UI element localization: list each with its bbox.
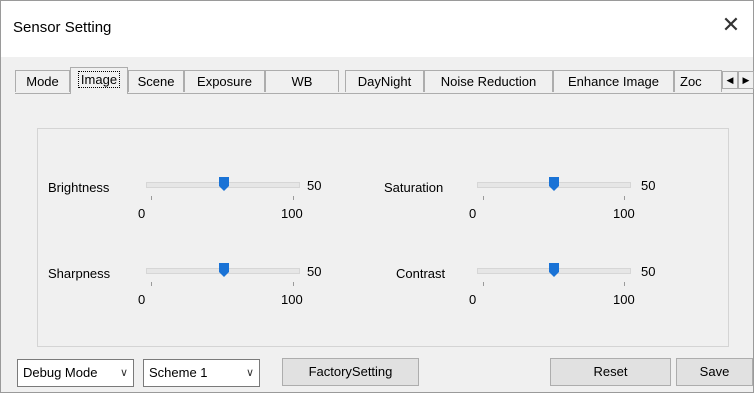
tab-exposure[interactable]: Exposure	[184, 70, 265, 92]
saturation-label: Saturation	[384, 180, 444, 195]
saturation-min-label: 0	[469, 206, 477, 221]
saturation-tick-max	[624, 196, 625, 200]
factory-setting-button[interactable]: FactorySetting	[282, 358, 419, 386]
image-settings-group	[37, 128, 729, 347]
tab-noise-reduction[interactable]: Noise Reduction	[424, 70, 553, 92]
sensor-setting-dialog: Sensor Setting ✕ Mode Image Scene Exposu…	[0, 0, 754, 393]
chevron-down-icon: ∨	[119, 367, 128, 379]
tab-strip: Mode Image Scene Exposure WB DayNight No…	[15, 67, 754, 94]
mode-select[interactable]: Debug Mode ∨	[17, 359, 134, 387]
tab-enhance-image[interactable]: Enhance Image	[553, 70, 674, 92]
tab-image[interactable]: Image	[70, 67, 128, 94]
sharpness-slider-thumb[interactable]	[219, 263, 229, 277]
brightness-slider-thumb[interactable]	[219, 177, 229, 191]
brightness-tick-min	[151, 196, 152, 200]
sharpness-label: Sharpness	[48, 266, 111, 281]
contrast-tick-max	[624, 282, 625, 286]
brightness-max-label: 100	[281, 206, 303, 221]
sharpness-tick-min	[151, 282, 152, 286]
saturation-value: 50	[641, 178, 656, 193]
save-button[interactable]: Save	[676, 358, 753, 386]
brightness-label: Brightness	[48, 180, 110, 195]
reset-button[interactable]: Reset	[550, 358, 671, 386]
brightness-min-label: 0	[138, 206, 146, 221]
tab-zoom[interactable]: Zoc	[674, 70, 722, 92]
tab-scene[interactable]: Scene	[128, 70, 184, 92]
sharpness-value: 50	[307, 264, 322, 279]
contrast-tick-min	[483, 282, 484, 286]
contrast-slider-thumb[interactable]	[549, 263, 559, 277]
close-icon[interactable]: ✕	[719, 13, 743, 37]
sharpness-min-label: 0	[138, 292, 146, 307]
contrast-min-label: 0	[469, 292, 477, 307]
contrast-value: 50	[641, 264, 656, 279]
sharpness-tick-max	[293, 282, 294, 286]
sharpness-max-label: 100	[281, 292, 303, 307]
dialog-title: Sensor Setting	[13, 19, 112, 36]
saturation-tick-min	[483, 196, 484, 200]
contrast-max-label: 100	[613, 292, 635, 307]
tab-mode[interactable]: Mode	[15, 70, 70, 92]
brightness-tick-max	[293, 196, 294, 200]
tab-scroll-right-icon[interactable]: ▶	[738, 71, 754, 89]
chevron-down-icon: ∨	[245, 367, 254, 379]
contrast-label: Contrast	[396, 266, 446, 281]
tab-scroll-left-icon[interactable]: ◀	[722, 71, 738, 89]
tab-daynight[interactable]: DayNight	[345, 70, 424, 92]
saturation-slider-thumb[interactable]	[549, 177, 559, 191]
saturation-max-label: 100	[613, 206, 635, 221]
tab-wb[interactable]: WB	[265, 70, 339, 92]
scheme-select[interactable]: Scheme 1 ∨	[143, 359, 260, 387]
title-bar: Sensor Setting ✕	[1, 1, 753, 57]
brightness-value: 50	[307, 178, 322, 193]
